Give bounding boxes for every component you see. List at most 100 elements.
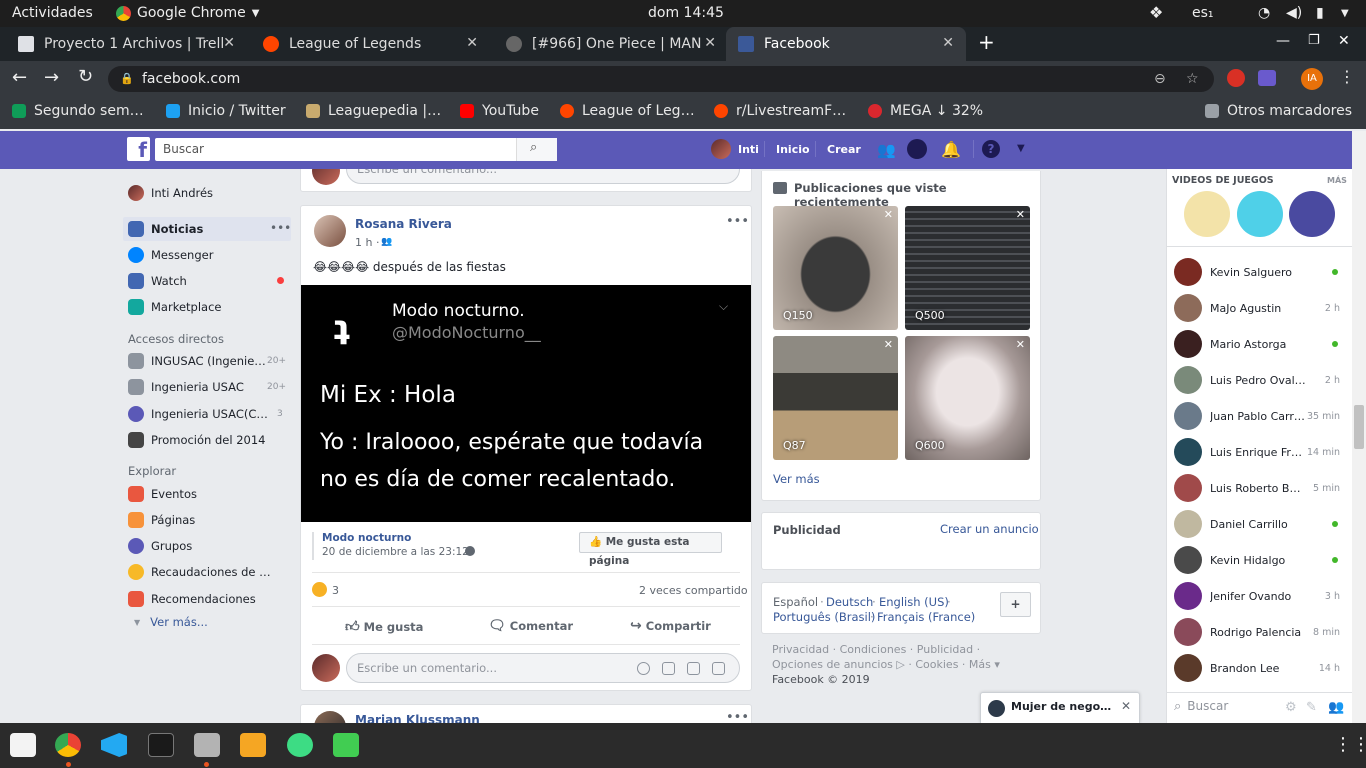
post-author[interactable]: Rosana Rivera — [355, 217, 452, 231]
minimize-button[interactable]: — — [1276, 33, 1290, 49]
post-options-icon[interactable]: ••• — [726, 214, 749, 229]
chat-contact[interactable]: Mario Astorga — [1174, 329, 1340, 359]
page-name[interactable]: Modo nocturno — [322, 532, 411, 544]
like-button[interactable]: 👍︎ Me gusta — [345, 618, 423, 635]
bookmark-item[interactable]: Inicio / Twitter — [166, 103, 286, 119]
close-icon[interactable]: ✕ — [884, 338, 893, 351]
sidebar-item-ingenieria-usac[interactable]: Ingenieria USAC — [128, 379, 244, 395]
nav-home-link[interactable]: Inicio — [776, 143, 810, 156]
game-streamer-avatar[interactable] — [1289, 191, 1335, 237]
clock[interactable]: dom 14:45 — [648, 5, 724, 21]
new-tab-button[interactable]: + — [978, 30, 995, 54]
facebook-logo[interactable]: f — [127, 137, 150, 162]
sidebar-item-promocion[interactable]: Promoción del 2014 — [128, 432, 265, 448]
app-menu[interactable]: Google Chrome ▼ — [116, 5, 259, 21]
share-count[interactable]: 2 veces compartido — [639, 584, 748, 597]
footer-links[interactable]: Privacidad · Condiciones · Publicidad · — [772, 643, 980, 656]
abp-extension-icon[interactable] — [1227, 69, 1245, 87]
like-page-button[interactable]: 👍 Me gusta esta página — [579, 532, 722, 567]
chrome-menu-icon[interactable]: ⋮ — [1339, 67, 1355, 86]
app-grid-icon[interactable]: ⋮⋮⋮ — [1334, 734, 1366, 755]
games-more-link[interactable]: MÁS — [1327, 176, 1347, 185]
reload-icon[interactable]: ↻ — [78, 66, 93, 87]
twitch-extension-icon[interactable] — [1258, 70, 1276, 86]
sidebar-item-recaudaciones[interactable]: Recaudaciones de … — [128, 564, 271, 580]
back-icon[interactable]: ← — [12, 67, 27, 88]
create-group-icon[interactable]: 👥 — [1328, 700, 1344, 715]
sidebar-item-ingenieria-usac-c[interactable]: Ingenieria USAC(C… — [128, 406, 268, 422]
gear-icon[interactable]: ⚙ — [1285, 700, 1297, 715]
leftnav-profile[interactable]: Inti Andrés — [128, 185, 213, 201]
volume-icon[interactable]: ◀) — [1286, 5, 1302, 21]
comment-input[interactable]: Escribe un comentario... — [346, 653, 740, 683]
wifi-icon[interactable]: ◔ — [1258, 5, 1270, 21]
chat-contact[interactable]: Jenifer Ovando 3 h — [1174, 581, 1340, 611]
battery-icon[interactable]: ▮ — [1316, 5, 1324, 21]
compose-icon[interactable]: ✎ — [1306, 700, 1317, 715]
qt-creator-icon[interactable] — [333, 733, 359, 757]
tab-facebook[interactable]: Facebook ✕ — [726, 27, 966, 61]
notifications-icon[interactable]: 🔔 — [941, 140, 961, 159]
shared-image[interactable]: ʇ Modo nocturno. @ModoNocturno__ ⌵ Mi Ex… — [301, 285, 751, 522]
emoji-icon[interactable] — [637, 662, 650, 675]
sidebar-item-watch[interactable]: Watch — [128, 273, 187, 289]
facebook-search-input[interactable]: Buscar — [155, 138, 557, 161]
bookmark-item[interactable]: Segundo sem… — [12, 103, 144, 119]
dropbox-icon[interactable]: ❖ — [1149, 3, 1163, 22]
see-more-recent-link[interactable]: Ver más — [773, 472, 820, 486]
recent-item[interactable]: Q600 ✕ — [905, 336, 1030, 460]
help-icon[interactable]: ? — [982, 140, 1000, 158]
tab-trello[interactable]: Proyecto 1 Archivos | Trell ✕ — [0, 27, 245, 61]
close-icon[interactable]: ✕ — [466, 35, 478, 51]
sidebar-item-recomendaciones[interactable]: Recomendaciones — [128, 591, 256, 607]
sidebar-item-eventos[interactable]: Eventos — [128, 486, 197, 502]
reaction-count[interactable]: 3 — [332, 584, 339, 597]
page-date[interactable]: 20 de diciembre a las 23:12 · — [322, 546, 476, 558]
sidebar-item-ingusac[interactable]: INGUSAC (Ingenie… — [128, 353, 266, 369]
sidebar-item-marketplace[interactable]: Marketplace — [128, 299, 221, 315]
add-language-button[interactable]: + — [1000, 592, 1031, 617]
chat-contact[interactable]: Rodrigo Palencia 8 min — [1174, 617, 1340, 647]
footer-links[interactable]: Opciones de anuncios ▷ · Cookies · Más ▾ — [772, 658, 1000, 671]
terminal-icon[interactable] — [148, 733, 174, 757]
language-link[interactable]: Português (Brasil) — [773, 610, 875, 624]
chat-search-input[interactable]: ⌕ Buscar — [1174, 699, 1284, 719]
friend-requests-icon[interactable]: 👥 — [877, 141, 896, 159]
chat-contact[interactable]: Luis Roberto Boror 5 min — [1174, 473, 1340, 503]
chat-contact[interactable]: Luis Pedro Ovalle Ar… 2 h — [1174, 365, 1340, 395]
profile-avatar[interactable]: IA — [1301, 68, 1323, 90]
bookmark-item[interactable]: Leaguepedia |… — [306, 103, 441, 119]
scrollbar-thumb[interactable] — [1354, 405, 1364, 449]
evince-icon[interactable] — [10, 733, 36, 757]
post-time[interactable]: 1 h · — [355, 236, 379, 249]
system-menu-chevron-icon[interactable]: ▼ — [1341, 8, 1349, 19]
close-icon[interactable]: ✕ — [704, 35, 716, 51]
files-icon[interactable] — [194, 733, 220, 757]
chat-tab-popup[interactable]: Mujer de nego… ✕ — [980, 692, 1140, 723]
comment-button[interactable]: 🗨︎ Comentar — [488, 618, 573, 634]
chat-contact[interactable]: MaJo Agustin 2 h — [1174, 293, 1340, 323]
page-scrollbar[interactable] — [1352, 131, 1366, 723]
close-icon[interactable]: ✕ — [223, 35, 235, 51]
camera-icon[interactable] — [662, 662, 675, 675]
chrome-dock-icon[interactable] — [55, 733, 81, 757]
author-avatar[interactable] — [314, 215, 346, 247]
keyboard-language[interactable]: es₁ — [1192, 5, 1214, 21]
language-link[interactable]: English (US) — [879, 595, 949, 609]
comment-input[interactable]: Escribe un comentario... — [346, 169, 740, 184]
nav-create-link[interactable]: Crear — [827, 143, 861, 156]
search-button[interactable]: ⌕ — [516, 138, 557, 161]
calculator-icon[interactable] — [240, 733, 266, 757]
recent-item[interactable]: Q500 ✕ — [905, 206, 1030, 330]
bookmark-star-icon[interactable]: ☆ — [1186, 66, 1199, 92]
close-icon[interactable]: ✕ — [1016, 338, 1025, 351]
android-studio-icon[interactable] — [287, 733, 313, 757]
messenger-icon[interactable] — [907, 139, 927, 159]
user-avatar[interactable] — [711, 139, 731, 159]
recent-item[interactable]: Q150 ✕ — [773, 206, 898, 330]
share-button[interactable]: ↪ Compartir — [630, 618, 711, 634]
close-icon[interactable]: ✕ — [1016, 208, 1025, 221]
close-icon[interactable]: ✕ — [884, 208, 893, 221]
chat-contact[interactable]: Juan Pablo Carra… 35 min — [1174, 401, 1340, 431]
forward-icon[interactable]: → — [44, 67, 59, 88]
